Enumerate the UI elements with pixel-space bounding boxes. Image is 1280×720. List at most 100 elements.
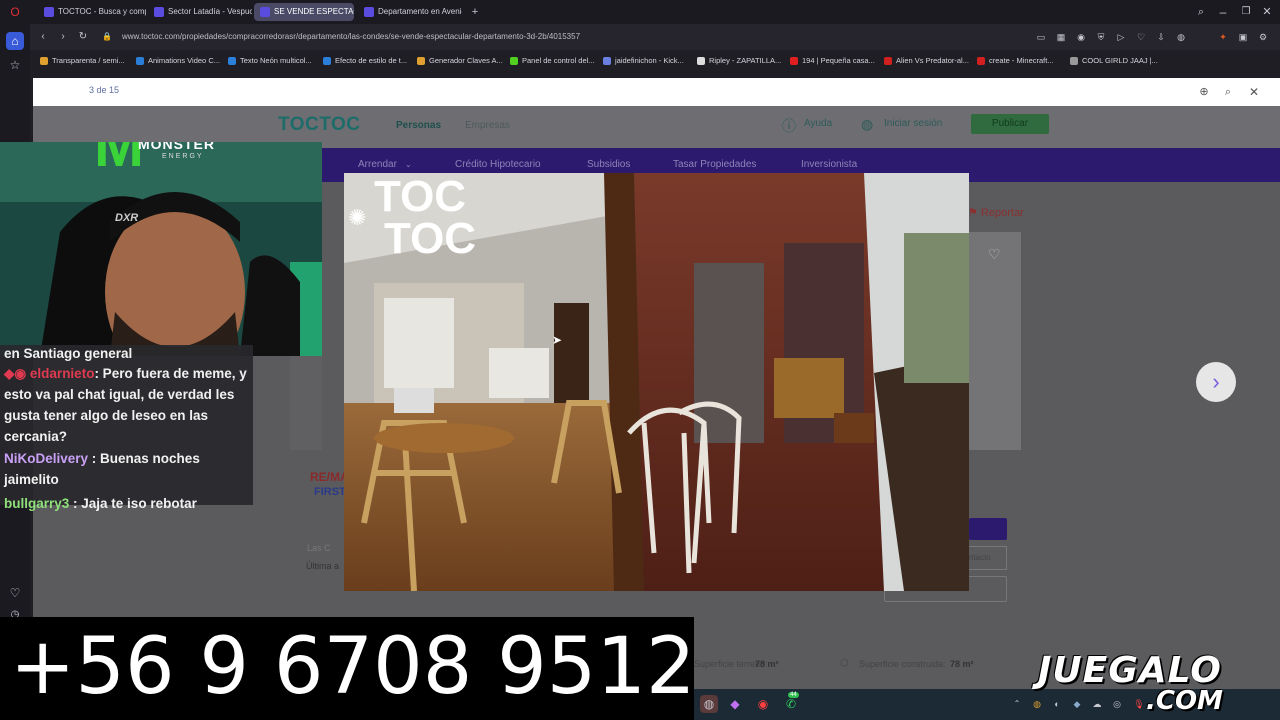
watermark-line-2: TOC [384,214,477,263]
notification-badge: 44 [788,692,799,698]
reader-icon[interactable]: ▭ [1032,28,1050,46]
tab-sector[interactable]: Sector Latadía - Vespucio [148,3,252,21]
juegalo-domain: .COM [1146,686,1223,716]
juegalo-text: JUEGALO [1038,650,1222,691]
mouse-cursor-icon: ➤ [552,333,563,347]
tab-toctoc[interactable]: TOCTOC - Busca y compr [38,3,146,21]
flag-icon: ⚑ [968,207,981,219]
chat-text: : Jaja te iso rebotar [69,496,197,511]
minimize-icon[interactable]: – [1214,3,1232,21]
bookmark-heart-icon[interactable]: ♡ [1132,28,1150,46]
nav-inversionista[interactable]: Inversionista [801,159,857,170]
nav-tasar[interactable]: Tasar Propiedades [673,159,756,170]
opera-logo-icon[interactable]: O [6,3,24,21]
updated-text: Última a [306,561,340,571]
tab-favicon-icon [364,7,374,17]
bookmark-item[interactable]: Texto Neón multicol... [228,54,312,68]
shield-icon[interactable]: ⛨ [1092,28,1110,46]
user-icon[interactable]: ◍ [861,116,873,133]
reload-icon[interactable]: ↻ [74,28,92,46]
star-icon[interactable]: ☆ [6,56,24,74]
app-icon[interactable]: ◍ [700,695,718,713]
bookmark-favicon-icon [603,57,611,65]
help-icon[interactable]: ⓘ [782,116,796,136]
stream-chat: en Santiago general ◆◉ eldarnieto: Pero … [0,343,253,511]
bookmark-label: Transparenta / semi... [52,56,125,65]
nav-subsidios[interactable]: Subsidios [587,159,630,170]
tab-se-vende[interactable]: SE VENDE ESPECTACULAR [254,3,354,21]
bookmark-item[interactable]: Alien Vs Predator-al... [884,54,969,68]
bookmark-item[interactable]: Animations Video C... [136,54,220,68]
play-icon[interactable]: ▷ [1112,28,1130,46]
new-tab-icon[interactable]: + [466,3,484,21]
monster-logo: M MONSTER ENERGY [90,142,240,182]
favorite-heart-icon[interactable]: ♡ [988,246,1001,263]
settings-icon[interactable]: ⚙ [1254,28,1272,46]
camera-icon[interactable]: ◉ [1072,28,1090,46]
report-label: Reportar [980,207,1024,219]
nav-arrendar[interactable]: Arrendar [358,159,397,170]
chat-username: eldarnieto [29,366,95,381]
bookmark-item[interactable]: Panel de control del... [510,54,595,68]
extensions-icon[interactable]: ▣ [1234,28,1252,46]
bookmark-item[interactable]: Transparenta / semi... [40,54,125,68]
app-icon[interactable]: ◉ [754,695,772,713]
publish-button[interactable]: Publicar [971,114,1049,134]
contact-secondary-button[interactable]: ntacto [969,546,1007,570]
report-link[interactable]: ⚑ Reportar [968,206,1024,219]
tab-personas[interactable]: Personas [396,120,441,131]
forward-icon[interactable]: › [54,28,72,46]
bookmark-favicon-icon [884,57,892,65]
chat-message: ◆◉ eldarnieto: Pero fuera de meme, y est… [0,363,253,447]
site-logo[interactable]: TOCTOC [278,114,361,136]
nav-credito[interactable]: Crédito Hipotecario [455,159,541,170]
bookmark-label: Texto Neón multicol... [240,56,312,65]
tab-empresas[interactable]: Empresas [465,120,510,131]
chair-brand: DXR [115,212,139,224]
restore-icon[interactable]: ❐ [1237,3,1255,21]
chat-message: en Santiago general [0,343,253,363]
heart-icon[interactable]: ♡ [6,584,24,602]
login-link[interactable]: Iniciar sesión [884,118,942,129]
tab-departamento[interactable]: Departamento en Avenida [358,3,462,21]
home-icon[interactable]: ⌂ [6,32,24,50]
bookmark-label: COOL GIRLD JAAJ |... [1082,56,1158,65]
bookmark-label: 194 | Pequeña casa... [802,56,875,65]
bookmarks-bar: Transparenta / semi... Animations Video … [30,50,1280,72]
extension-icon[interactable]: ✦ [1214,28,1232,46]
find-result-count: 3 de 15 [89,85,120,95]
zoom-search-icon[interactable]: ⌕ [1219,83,1237,101]
account-icon[interactable]: ◍ [1172,28,1190,46]
tab-label: Sector Latadía - Vespucio [168,7,252,16]
next-photo-button[interactable]: › [1196,362,1236,402]
contact-button[interactable] [969,518,1007,540]
url-field[interactable]: www.toctoc.com/propiedades/compracorredo… [122,28,1022,46]
chat-message: bullgarry3 : Jaja te iso rebotar [0,493,253,514]
chat-username: bullgarry3 [4,496,70,511]
bookmark-favicon-icon [697,57,705,65]
photo-viewer[interactable]: TOC TOC ✺ ➤ [344,173,969,591]
chevron-up-icon[interactable]: ⌃ [1008,695,1026,713]
app-icon[interactable]: ◆ [726,695,744,713]
search-icon[interactable]: ⌕ [1192,3,1210,21]
bookmark-item[interactable]: COOL GIRLD JAAJ |... [1070,54,1158,68]
bookmark-label: jaidefinichon - Kick... [615,56,684,65]
bookmark-item[interactable]: Efecto de estilo de t... [323,54,407,68]
construida-label: Superficie construida: [859,659,946,669]
bookmark-favicon-icon [417,57,425,65]
translate-icon[interactable]: ▦ [1052,28,1070,46]
zoom-in-icon[interactable]: ⊕ [1195,83,1213,101]
help-link[interactable]: Ayuda [804,118,832,129]
toctoc-watermark: TOC TOC ✺ [346,175,506,265]
tab-favicon-icon [154,7,164,17]
close-find-icon[interactable]: ✕ [1245,83,1263,101]
bookmark-item[interactable]: create - Minecraft... [977,54,1054,68]
back-icon[interactable]: ‹ [34,28,52,46]
bookmark-item[interactable]: Generador Claves A... [417,54,503,68]
close-window-icon[interactable]: ✕ [1258,3,1276,21]
tab-bar: O TOCTOC - Busca y compr Sector Latadía … [0,0,1280,24]
bookmark-item[interactable]: Ripley - ZAPATILLA... [697,54,781,68]
bookmark-item[interactable]: jaidefinichon - Kick... [603,54,684,68]
download-icon[interactable]: ⇩ [1152,28,1170,46]
bookmark-item[interactable]: 194 | Pequeña casa... [790,54,875,68]
